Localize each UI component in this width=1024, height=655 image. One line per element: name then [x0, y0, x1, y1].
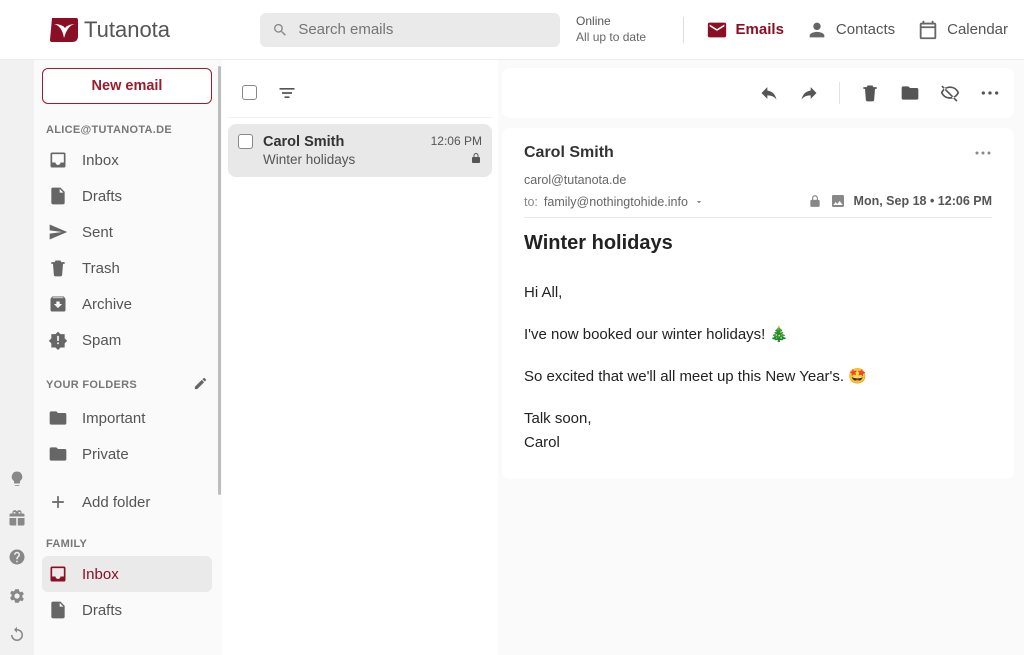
- message-sender-email: carol@tutanota.de: [524, 173, 704, 187]
- logo-icon: [48, 14, 80, 46]
- drafts-icon: [48, 186, 68, 206]
- email-checkbox[interactable]: [238, 134, 253, 149]
- delete-icon[interactable]: [860, 83, 880, 103]
- search-input[interactable]: [298, 21, 548, 38]
- folder-icon: [48, 444, 68, 464]
- folder-archive[interactable]: Archive: [42, 286, 212, 322]
- your-folders-label: YOUR FOLDERS: [42, 370, 212, 400]
- folder-sent[interactable]: Sent: [42, 214, 212, 250]
- sent-icon: [48, 222, 68, 242]
- logo[interactable]: Tutanota: [48, 14, 170, 46]
- rail-gift[interactable]: [8, 509, 26, 530]
- folder-private[interactable]: Private: [42, 436, 212, 472]
- separator: [839, 82, 840, 104]
- trash-icon: [48, 258, 68, 278]
- email-list: Carol Smith Winter holidays 12:06 PM: [222, 118, 498, 183]
- topbar: Tutanota Online All up to date Emails Co…: [0, 0, 1024, 60]
- search-box[interactable]: [260, 13, 560, 47]
- message-toolbar: [502, 68, 1014, 118]
- nav-contacts[interactable]: Contacts: [806, 19, 895, 41]
- email-sender: Carol Smith: [263, 134, 421, 150]
- email-list-column: Carol Smith Winter holidays 12:06 PM: [222, 60, 498, 655]
- lock-icon: [808, 194, 822, 208]
- sync-status: Online All up to date: [576, 14, 646, 45]
- list-toolbar: [228, 68, 492, 118]
- forward-icon[interactable]: [799, 83, 819, 103]
- logo-text: Tutanota: [84, 17, 170, 43]
- inbox-icon: [48, 150, 68, 170]
- reply-icon[interactable]: [759, 83, 779, 103]
- drafts-icon: [48, 600, 68, 620]
- folder-spam[interactable]: Spam: [42, 322, 212, 358]
- separator: [683, 17, 684, 43]
- email-item[interactable]: Carol Smith Winter holidays 12:06 PM: [228, 124, 492, 177]
- help-icon: [8, 548, 26, 566]
- select-all-checkbox[interactable]: [242, 85, 257, 100]
- archive-icon: [48, 294, 68, 314]
- column-divider[interactable]: [218, 60, 222, 655]
- refresh-icon: [8, 626, 26, 644]
- message-more-button[interactable]: [974, 144, 992, 165]
- email-time: 12:06 PM: [431, 134, 482, 148]
- more-icon: [974, 144, 992, 162]
- folder-trash[interactable]: Trash: [42, 250, 212, 286]
- message-body: Hi All, I've now booked our winter holid…: [524, 281, 992, 455]
- pencil-icon: [193, 376, 208, 391]
- nav-calendar[interactable]: Calendar: [917, 19, 1008, 41]
- image-icon: [830, 193, 846, 209]
- add-folder-button[interactable]: Add folder: [42, 484, 212, 520]
- spam-icon: [48, 330, 68, 350]
- mark-unread-icon[interactable]: [940, 83, 960, 103]
- sidebar: New email ALICE@TUTANOTA.DE Inbox Drafts…: [34, 60, 218, 655]
- move-icon[interactable]: [900, 83, 920, 103]
- plus-icon: [48, 492, 68, 512]
- message-subject: Winter holidays: [524, 232, 992, 255]
- account-label-alice[interactable]: ALICE@TUTANOTA.DE: [42, 118, 212, 142]
- reading-pane: Carol Smith carol@tutanota.de to: family…: [498, 60, 1024, 655]
- message-date: Mon, Sep 18 • 12:06 PM: [854, 194, 992, 208]
- folder-family-inbox[interactable]: Inbox: [42, 556, 212, 592]
- filter-icon[interactable]: [277, 83, 297, 103]
- more-icon[interactable]: [980, 83, 1000, 103]
- message-recipients[interactable]: to: family@nothingtohide.info: [524, 195, 704, 209]
- folder-inbox[interactable]: Inbox: [42, 142, 212, 178]
- calendar-icon: [917, 19, 939, 41]
- folder-family-drafts[interactable]: Drafts: [42, 592, 212, 628]
- folder-drafts[interactable]: Drafts: [42, 178, 212, 214]
- rail-help[interactable]: [8, 548, 26, 569]
- top-navigation: Emails Contacts Calendar: [683, 17, 1018, 43]
- account-label-family[interactable]: FAMILY: [42, 532, 212, 556]
- left-rail: [0, 60, 34, 655]
- search-icon: [272, 21, 288, 39]
- edit-folders-button[interactable]: [193, 376, 208, 394]
- rail-settings[interactable]: [8, 587, 26, 608]
- new-email-button[interactable]: New email: [42, 68, 212, 104]
- gift-icon: [8, 509, 26, 527]
- status-sync: All up to date: [576, 30, 646, 46]
- rail-tips[interactable]: [8, 470, 26, 491]
- lock-icon: [470, 152, 482, 164]
- folder-icon: [48, 408, 68, 428]
- rail-refresh[interactable]: [8, 626, 26, 647]
- inbox-icon: [48, 564, 68, 584]
- message-sender-name: Carol Smith: [524, 144, 614, 162]
- folder-important[interactable]: Important: [42, 400, 212, 436]
- gear-icon: [8, 587, 26, 605]
- nav-emails[interactable]: Emails: [706, 19, 784, 41]
- email-subject: Winter holidays: [263, 152, 421, 167]
- message-card: Carol Smith carol@tutanota.de to: family…: [502, 128, 1014, 479]
- lightbulb-icon: [8, 470, 26, 488]
- contacts-icon: [806, 19, 828, 41]
- mail-icon: [706, 19, 728, 41]
- status-online: Online: [576, 14, 646, 30]
- chevron-down-icon: [694, 197, 704, 207]
